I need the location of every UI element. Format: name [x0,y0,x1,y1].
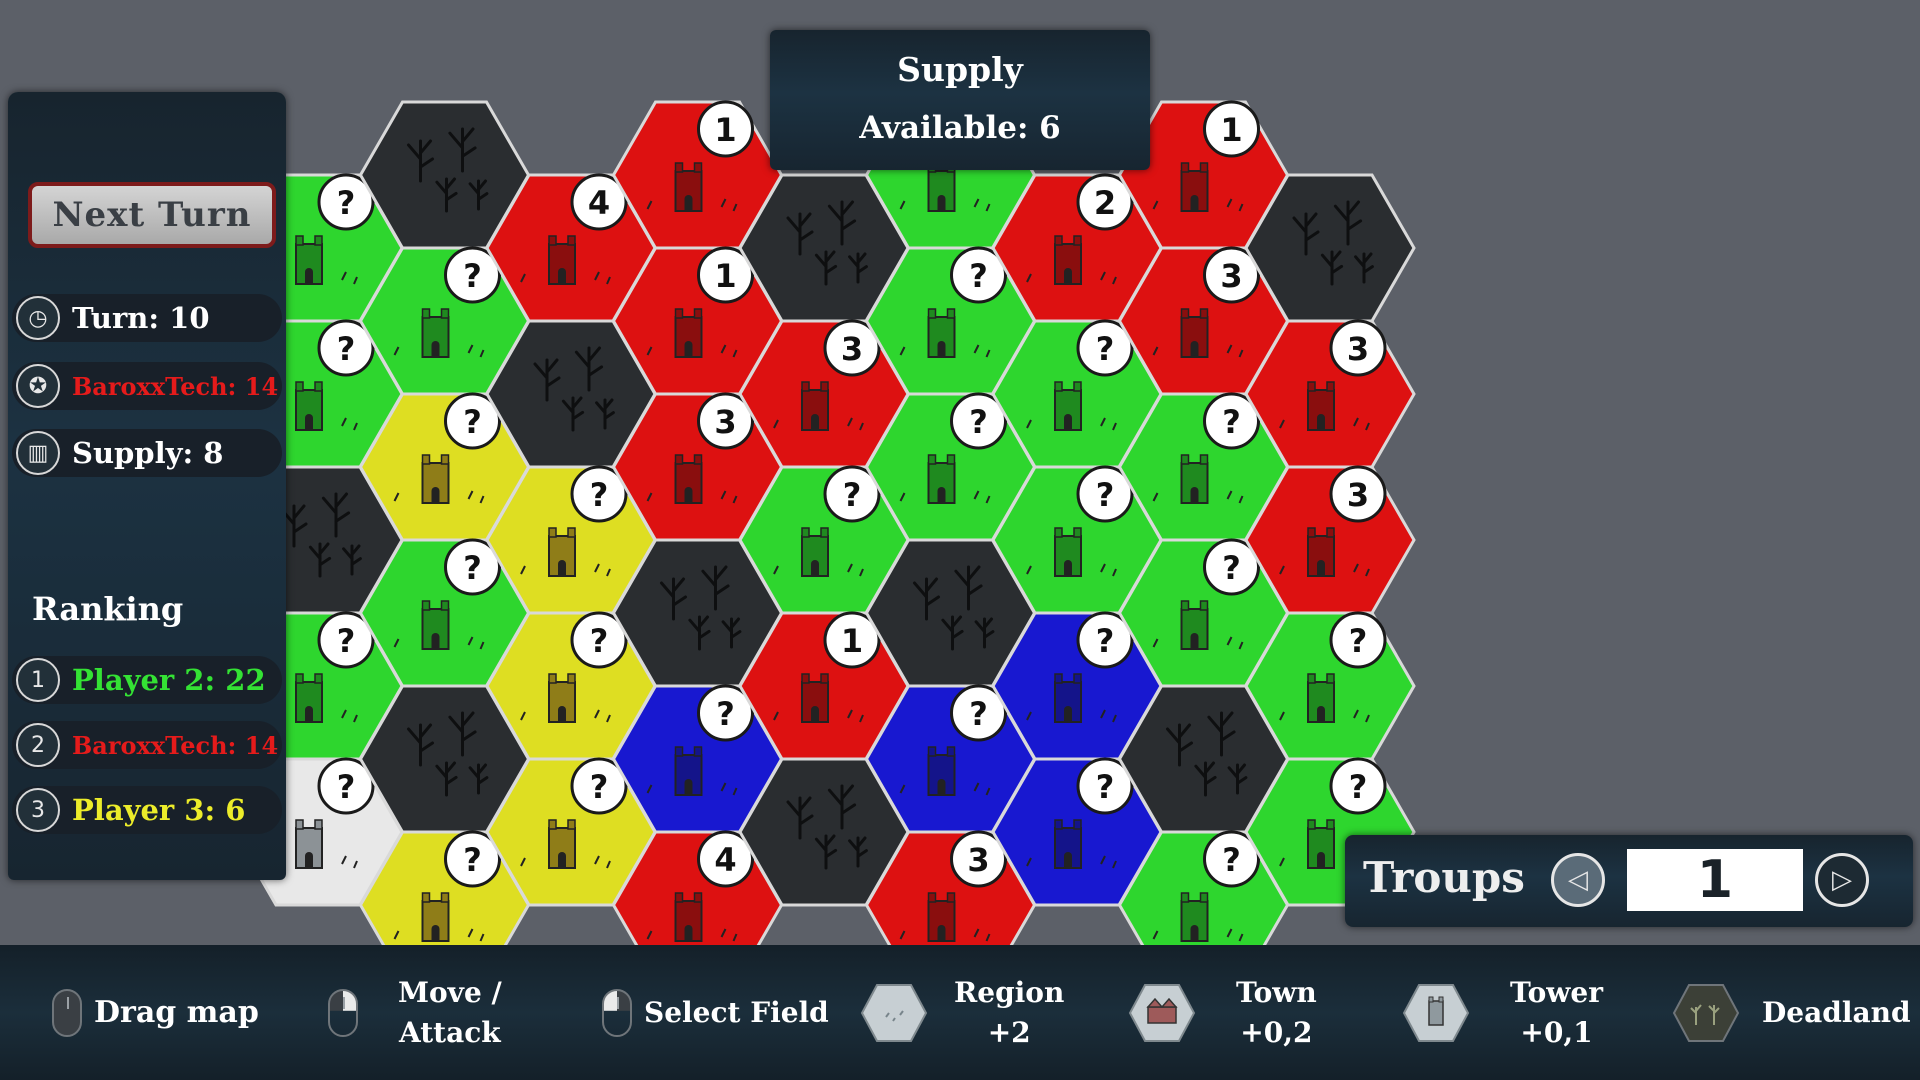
troop-count: ? [337,184,356,222]
supply-counter: ▥ Supply: 8 [12,429,282,477]
legend-tower-bonus: +0,1 [1520,1015,1593,1049]
legend-drag-map: Drag map [52,945,259,1080]
barrel-icon: ▥ [16,431,60,475]
troop-count: ? [463,257,482,295]
troop-count: ? [1349,622,1368,660]
troop-count: 4 [588,184,610,222]
troop-count: ? [463,841,482,879]
troop-count: 3 [967,841,989,879]
troop-count: ? [590,768,609,806]
troop-count: ? [337,768,356,806]
legend-town-bonus: +0,2 [1240,1015,1313,1049]
ranking-item-3: 3 Player 3: 6 [12,786,282,834]
troups-increase-button[interactable]: ▷ [1815,853,1869,907]
troop-count: 3 [1347,330,1369,368]
troop-count: ? [843,476,862,514]
legend-town: Town +0,2 [1128,945,1317,1080]
ranking-item-1: 1 Player 2: 22 [12,656,282,704]
troop-count: ? [590,476,609,514]
legend-select-field-text: Select Field [644,995,829,1029]
rank-2-medal-icon: 2 [16,723,60,767]
troop-count: ? [337,330,356,368]
ranking-item-2-text: BaroxxTech: 14 [72,730,279,760]
legend-region-label: Region [954,975,1065,1009]
troop-count: ? [969,257,988,295]
legend-town-label: Town [1236,975,1317,1009]
legend-region-bonus: +2 [987,1015,1031,1049]
supply-title: Supply [897,50,1023,89]
supply-text: Supply: 8 [72,436,224,470]
player-score: ✪ BaroxxTech: 14 [12,362,282,410]
troups-selector: Troups ◁ 1 ▷ [1345,835,1913,927]
clock-icon: ◷ [16,296,60,340]
legend-town-text: Town +0,2 [1236,973,1317,1053]
ranking-item-2: 2 BaroxxTech: 14 [12,721,282,769]
troop-count: ? [716,695,735,733]
troups-value[interactable]: 1 [1627,849,1803,911]
troop-count: ? [1096,476,1115,514]
troop-count: ? [590,622,609,660]
medal-icon: ✪ [16,364,60,408]
supply-box: Supply Available: 6 [770,30,1150,170]
ranking-item-1-text: Player 2: 22 [72,663,266,697]
legend-move-attack: Move / Attack [328,945,502,1080]
troop-count: ? [1349,768,1368,806]
legend-tower-text: Tower +0,1 [1510,973,1603,1053]
legend-region-text: Region +2 [954,973,1064,1053]
troop-count: 1 [714,111,736,149]
troups-decrease-button[interactable]: ◁ [1551,853,1605,907]
troop-count: 3 [1220,257,1242,295]
troop-count: 1 [714,257,736,295]
legend-attack-line: Attack [399,1015,501,1049]
mouse-left-icon [602,988,632,1037]
player-score-text: BaroxxTech: 14 [72,371,279,401]
troop-count: 1 [1220,111,1242,149]
turn-text: Turn: 10 [72,301,210,335]
legend-region: Region +2 [860,945,1064,1080]
legend-deadland: Deadland [1672,945,1911,1080]
troop-count: ? [1096,768,1115,806]
legend-deadland-text: Deadland [1762,995,1911,1029]
troop-count: ? [1096,622,1115,660]
troop-count: 3 [841,330,863,368]
town-hex-icon [1128,983,1196,1042]
troop-count: ? [1222,841,1241,879]
legend-select-field: Select Field [602,945,829,1080]
legend-tower: Tower +0,1 [1402,945,1603,1080]
troop-count: ? [969,695,988,733]
region-hex-icon [860,983,928,1042]
troop-count: ? [463,549,482,587]
troop-count: 3 [714,403,736,441]
troop-count: ? [1222,403,1241,441]
troop-count: ? [337,622,356,660]
troop-count: ? [463,403,482,441]
troop-count: 1 [841,622,863,660]
legend-drag-map-text: Drag map [94,994,259,1030]
rank-1-medal-icon: 1 [16,658,60,702]
controls-legend-bar: Drag map Move / Attack Select Field Regi… [0,945,1920,1080]
troop-count: ? [1222,549,1241,587]
next-turn-button[interactable]: Next Turn [28,182,276,248]
ranking-item-3-text: Player 3: 6 [72,793,246,827]
troop-count: ? [969,403,988,441]
troop-count: 4 [714,841,736,879]
legend-move-attack-text: Move / Attack [398,973,502,1053]
rank-3-medal-icon: 3 [16,788,60,832]
mouse-right-icon [328,988,358,1037]
troop-count: 2 [1094,184,1116,222]
status-panel: Next Turn ◷ Turn: 10 ✪ BaroxxTech: 14 ▥ … [8,92,286,880]
troop-count: ? [1096,330,1115,368]
deadland-hex-icon [1672,983,1740,1042]
ranking-title: Ranking [32,590,184,628]
supply-available: Available: 6 [859,110,1061,146]
troups-label: Troups [1363,853,1525,902]
legend-tower-label: Tower [1510,975,1603,1009]
tower-hex-icon [1402,983,1470,1042]
legend-move-line: Move / [398,975,502,1009]
mouse-middle-icon [52,988,82,1037]
troop-count: 3 [1347,476,1369,514]
turn-counter: ◷ Turn: 10 [12,294,282,342]
